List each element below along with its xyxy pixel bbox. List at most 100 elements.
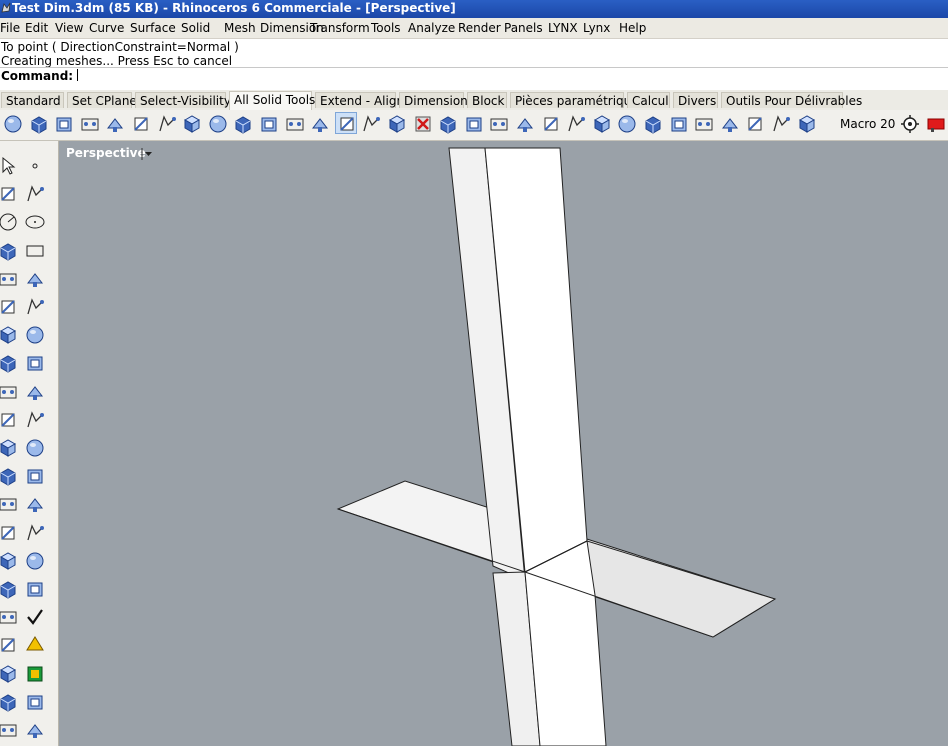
wirecut-icon[interactable] bbox=[668, 113, 690, 135]
box-selected-icon[interactable] bbox=[334, 112, 357, 134]
box-3pt-icon[interactable] bbox=[104, 113, 126, 135]
view-cube-icon[interactable] bbox=[0, 719, 19, 741]
box-corner-icon[interactable] bbox=[79, 113, 101, 135]
connect-icon[interactable] bbox=[796, 113, 818, 135]
text-icon[interactable] bbox=[0, 493, 19, 515]
tab-outils-pour-d-livrables[interactable]: Outils Pour Délivrables bbox=[721, 92, 862, 108]
trim-icon[interactable] bbox=[0, 409, 19, 431]
tube-icon[interactable] bbox=[0, 606, 19, 628]
viewport-scene[interactable] bbox=[59, 141, 948, 746]
offset-curve-icon[interactable] bbox=[24, 465, 46, 487]
mesh-surface-icon[interactable] bbox=[24, 352, 46, 374]
blend-edge-icon[interactable] bbox=[591, 113, 613, 135]
layer-color-icon[interactable] bbox=[24, 663, 46, 685]
fillet-curve-icon[interactable] bbox=[24, 268, 46, 290]
extrude-solid-icon[interactable] bbox=[232, 113, 254, 135]
menu-item-edit[interactable]: Edit bbox=[25, 21, 48, 35]
boolean-union-icon[interactable] bbox=[309, 113, 331, 135]
cplane-icon[interactable] bbox=[24, 719, 46, 741]
pipe-icon[interactable] bbox=[693, 113, 715, 135]
shell-icon[interactable] bbox=[540, 113, 562, 135]
menu-item-surface[interactable]: Surface bbox=[130, 21, 176, 35]
align-icon[interactable] bbox=[24, 522, 46, 544]
cylinder-icon[interactable] bbox=[0, 352, 19, 374]
options-gear-icon[interactable] bbox=[899, 113, 921, 135]
menu-item-panels[interactable]: Panels bbox=[504, 21, 543, 35]
cube-icon[interactable] bbox=[770, 113, 792, 135]
array-linear-icon[interactable] bbox=[24, 578, 46, 600]
grid-icon[interactable] bbox=[0, 578, 19, 600]
dimension-icon[interactable] bbox=[24, 493, 46, 515]
box-frame-icon[interactable] bbox=[284, 113, 306, 135]
check-icon[interactable] bbox=[24, 606, 46, 628]
chevron-down-icon[interactable] bbox=[141, 146, 155, 162]
tab-standard[interactable]: Standard bbox=[1, 92, 64, 108]
menu-item-analyze[interactable]: Analyze bbox=[408, 21, 455, 35]
grid-array-2-icon[interactable] bbox=[386, 113, 408, 135]
explode-icon[interactable] bbox=[24, 381, 46, 403]
move-points-icon[interactable] bbox=[24, 550, 46, 572]
move-face-icon[interactable] bbox=[488, 113, 510, 135]
select-arrow-icon[interactable] bbox=[0, 155, 19, 177]
point-icon[interactable] bbox=[24, 155, 46, 177]
rectangle-icon[interactable] bbox=[24, 240, 46, 262]
properties-icon[interactable] bbox=[0, 691, 19, 713]
array-icon[interactable] bbox=[0, 522, 19, 544]
menu-item-file[interactable]: File bbox=[0, 21, 20, 35]
sphere-icon[interactable] bbox=[24, 324, 46, 346]
split-icon[interactable] bbox=[24, 409, 46, 431]
sphere-3pt-icon[interactable] bbox=[53, 113, 75, 135]
extrude-face-icon[interactable] bbox=[463, 113, 485, 135]
menu-item-help[interactable]: Help bbox=[619, 21, 646, 35]
pyramid-icon[interactable] bbox=[0, 634, 19, 656]
chamfer-edge-icon[interactable] bbox=[616, 113, 638, 135]
gear-edit-icon[interactable] bbox=[0, 381, 19, 403]
tab-all-solid-tools[interactable]: All Solid Tools bbox=[229, 91, 315, 110]
curve-cv-icon[interactable] bbox=[24, 183, 46, 205]
axis-icon[interactable] bbox=[0, 663, 19, 685]
menu-item-tools[interactable]: Tools bbox=[371, 21, 401, 35]
tab-divers[interactable]: Divers bbox=[673, 92, 718, 108]
menu-item-transform[interactable]: Transform bbox=[310, 21, 370, 35]
layer-stack-icon[interactable] bbox=[156, 113, 178, 135]
red-macro-icon[interactable] bbox=[925, 113, 947, 135]
menu-item-lynx[interactable]: Lynx bbox=[583, 21, 610, 35]
viewport-label[interactable]: Perspective bbox=[66, 146, 146, 160]
sphere-icon[interactable] bbox=[2, 113, 24, 135]
macro-button[interactable]: Macro 20 bbox=[840, 117, 895, 131]
command-prompt[interactable]: Command: bbox=[1, 69, 79, 83]
tab-extend-align[interactable]: Extend - Align bbox=[315, 92, 404, 108]
solid-point-icon[interactable] bbox=[744, 113, 766, 135]
group-icon[interactable] bbox=[0, 437, 19, 459]
rhino-app-icon[interactable] bbox=[1, 2, 11, 14]
tab-dimension[interactable]: Dimension bbox=[399, 92, 468, 108]
sphere-2pt-icon[interactable] bbox=[28, 113, 50, 135]
cylinder-cap-icon[interactable] bbox=[258, 113, 280, 135]
tab-calcul[interactable]: Calcul bbox=[627, 92, 670, 108]
menu-item-view[interactable]: View bbox=[55, 21, 83, 35]
arc-icon[interactable] bbox=[0, 240, 19, 262]
move-edge-icon[interactable] bbox=[514, 113, 536, 135]
ellipse-icon[interactable] bbox=[24, 211, 46, 233]
rotate-icon[interactable] bbox=[0, 465, 19, 487]
tab-select-visibility[interactable]: Select-Visibility bbox=[135, 92, 231, 108]
polygon-icon[interactable] bbox=[0, 268, 19, 290]
box-edit-icon[interactable] bbox=[0, 550, 19, 572]
perspective-viewport[interactable]: Perspective bbox=[59, 141, 948, 746]
cone-color-icon[interactable] bbox=[24, 634, 46, 656]
tab-pi-ces-param-trique[interactable]: Pièces paramétrique bbox=[510, 92, 639, 108]
menu-item-curve[interactable]: Curve bbox=[89, 21, 124, 35]
grid-array-icon[interactable] bbox=[360, 113, 382, 135]
box-solid-icon[interactable] bbox=[181, 113, 203, 135]
delete-faces-icon[interactable] bbox=[412, 113, 434, 135]
tab-block[interactable]: Block bbox=[467, 92, 507, 108]
circle-icon[interactable] bbox=[0, 211, 19, 233]
menu-item-solid[interactable]: Solid bbox=[181, 21, 210, 35]
boolean-icon[interactable] bbox=[24, 437, 46, 459]
polyline-icon[interactable] bbox=[0, 183, 19, 205]
boolean-split-icon[interactable] bbox=[719, 113, 741, 135]
box-bounding-icon[interactable] bbox=[130, 113, 152, 135]
menu-item-lynx[interactable]: LYNX bbox=[548, 21, 578, 35]
menu-item-render[interactable]: Render bbox=[458, 21, 501, 35]
layout-icon[interactable] bbox=[24, 691, 46, 713]
